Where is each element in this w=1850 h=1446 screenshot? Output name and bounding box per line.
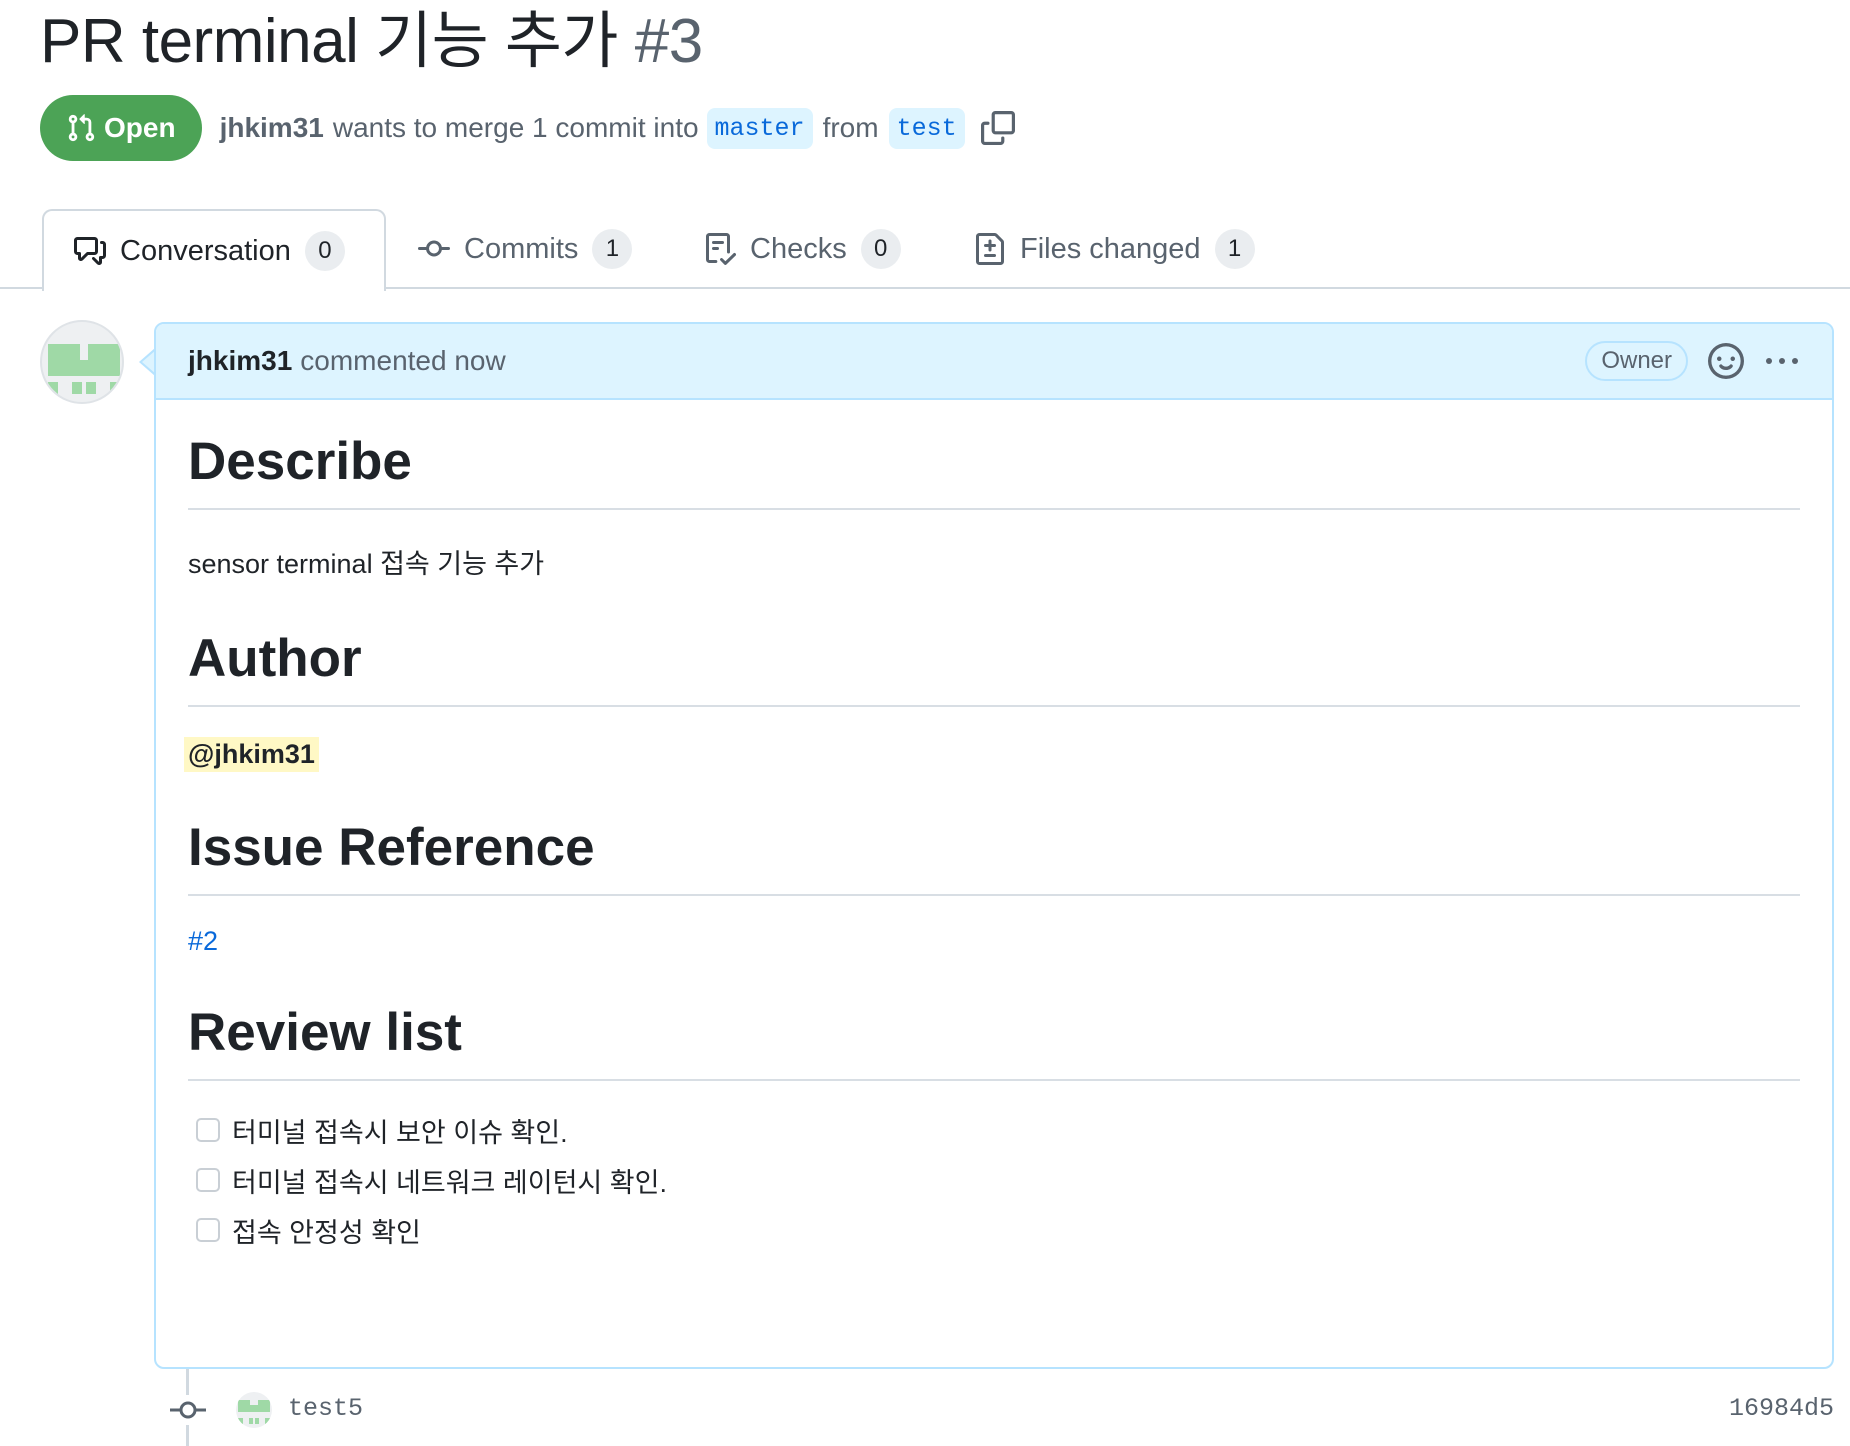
checklist-icon xyxy=(706,233,736,265)
merge-text: wants to merge 1 commit into xyxy=(332,112,699,143)
file-diff-icon xyxy=(976,233,1004,265)
tab-checks-count: 0 xyxy=(860,229,901,269)
task-item: 접속 안정성 확인 xyxy=(188,1205,1800,1255)
commit-sha-link[interactable]: 16984d5 xyxy=(1729,1394,1834,1423)
tab-conversation-label: Conversation xyxy=(120,234,291,267)
state-label: Open xyxy=(104,112,176,143)
from-text: from xyxy=(822,112,879,143)
tab-conversation[interactable]: Conversation 0 xyxy=(42,209,386,291)
commit-author-avatar[interactable] xyxy=(236,1392,272,1428)
commit-message-link[interactable]: test5 xyxy=(288,1394,363,1423)
git-pull-request-icon xyxy=(68,114,95,142)
comment-body: Describe sensor terminal 접속 기능 추가 Author… xyxy=(156,430,1832,1255)
issue-link[interactable]: #2 xyxy=(188,926,218,956)
identicon-icon xyxy=(48,344,120,394)
tab-files-changed-label: Files changed xyxy=(1020,232,1201,265)
comment-header: jhkim31 commented now Owner xyxy=(156,324,1832,400)
heading-review-list: Review list xyxy=(188,1001,1800,1081)
tab-checks-label: Checks xyxy=(750,232,847,265)
pr-title-text: PR terminal 기능 추가 xyxy=(40,7,618,76)
heading-describe: Describe xyxy=(188,430,1800,510)
git-commit-icon xyxy=(418,240,450,257)
heading-issue-reference: Issue Reference xyxy=(188,816,1800,896)
task-checkbox[interactable] xyxy=(196,1118,220,1142)
copy-icon[interactable] xyxy=(980,111,1015,145)
tab-commits-count: 1 xyxy=(592,229,633,269)
issue-paragraph: #2 xyxy=(188,926,1800,957)
identicon-icon xyxy=(238,1400,270,1424)
describe-text: sensor terminal 접속 기능 추가 xyxy=(188,549,545,579)
tab-files-changed[interactable]: Files changed 1 xyxy=(974,209,1255,289)
author-paragraph: @jhkim31 xyxy=(184,737,1800,772)
pull-request-page: PR terminal 기능 추가 #3 Open jhkim31 wants … xyxy=(0,0,1850,1446)
comment-header-actions: Owner xyxy=(1585,341,1800,381)
kebab-horizontal-icon[interactable] xyxy=(1764,343,1800,379)
head-branch[interactable]: test xyxy=(888,107,965,149)
user-mention[interactable]: @jhkim31 xyxy=(184,737,319,772)
pr-description-comment: jhkim31 commented now Owner Describe sen… xyxy=(154,322,1834,1369)
review-task-list: 터미널 접속시 보안 이슈 확인. 터미널 접속시 네트워크 레이턴시 확인. … xyxy=(188,1105,1800,1255)
tab-files-changed-count: 1 xyxy=(1214,229,1255,269)
state-badge: Open xyxy=(40,95,202,161)
task-checkbox[interactable] xyxy=(196,1168,220,1192)
task-item: 터미널 접속시 네트워크 레이턴시 확인. xyxy=(188,1155,1800,1205)
task-item: 터미널 접속시 보안 이슈 확인. xyxy=(188,1105,1800,1155)
task-label: 터미널 접속시 네트워크 레이턴시 확인. xyxy=(232,1167,667,1198)
pr-status-row: Open jhkim31 wants to merge 1 commit int… xyxy=(40,95,1015,161)
pr-number: #3 xyxy=(634,7,703,76)
base-branch[interactable]: master xyxy=(706,107,813,149)
tabs-divider-left xyxy=(0,287,42,289)
owner-badge: Owner xyxy=(1585,341,1688,381)
git-commit-icon xyxy=(170,1395,206,1425)
avatar[interactable] xyxy=(40,320,124,404)
pr-tabs: Conversation 0 Commits 1 Checks 0 Files … xyxy=(0,209,1850,291)
pr-author-link[interactable]: jhkim31 xyxy=(220,112,324,144)
smiley-icon[interactable] xyxy=(1708,343,1744,379)
comment-author-link[interactable]: jhkim31 xyxy=(188,345,292,377)
tab-commits-label: Commits xyxy=(464,232,579,265)
pr-title: PR terminal 기능 추가 #3 xyxy=(40,4,703,80)
comment-discussion-icon xyxy=(74,237,106,265)
merge-summary: jhkim31 wants to merge 1 commit into mas… xyxy=(220,107,1015,149)
tab-commits[interactable]: Commits 1 xyxy=(418,209,633,289)
comment-action: commented now xyxy=(300,345,506,376)
task-label: 터미널 접속시 보안 이슈 확인. xyxy=(232,1117,568,1148)
heading-author: Author xyxy=(188,627,1800,707)
task-checkbox[interactable] xyxy=(196,1218,220,1242)
task-label: 접속 안정성 확인 xyxy=(232,1217,421,1248)
tab-conversation-count: 0 xyxy=(304,231,345,271)
tab-checks[interactable]: Checks 0 xyxy=(704,209,901,289)
